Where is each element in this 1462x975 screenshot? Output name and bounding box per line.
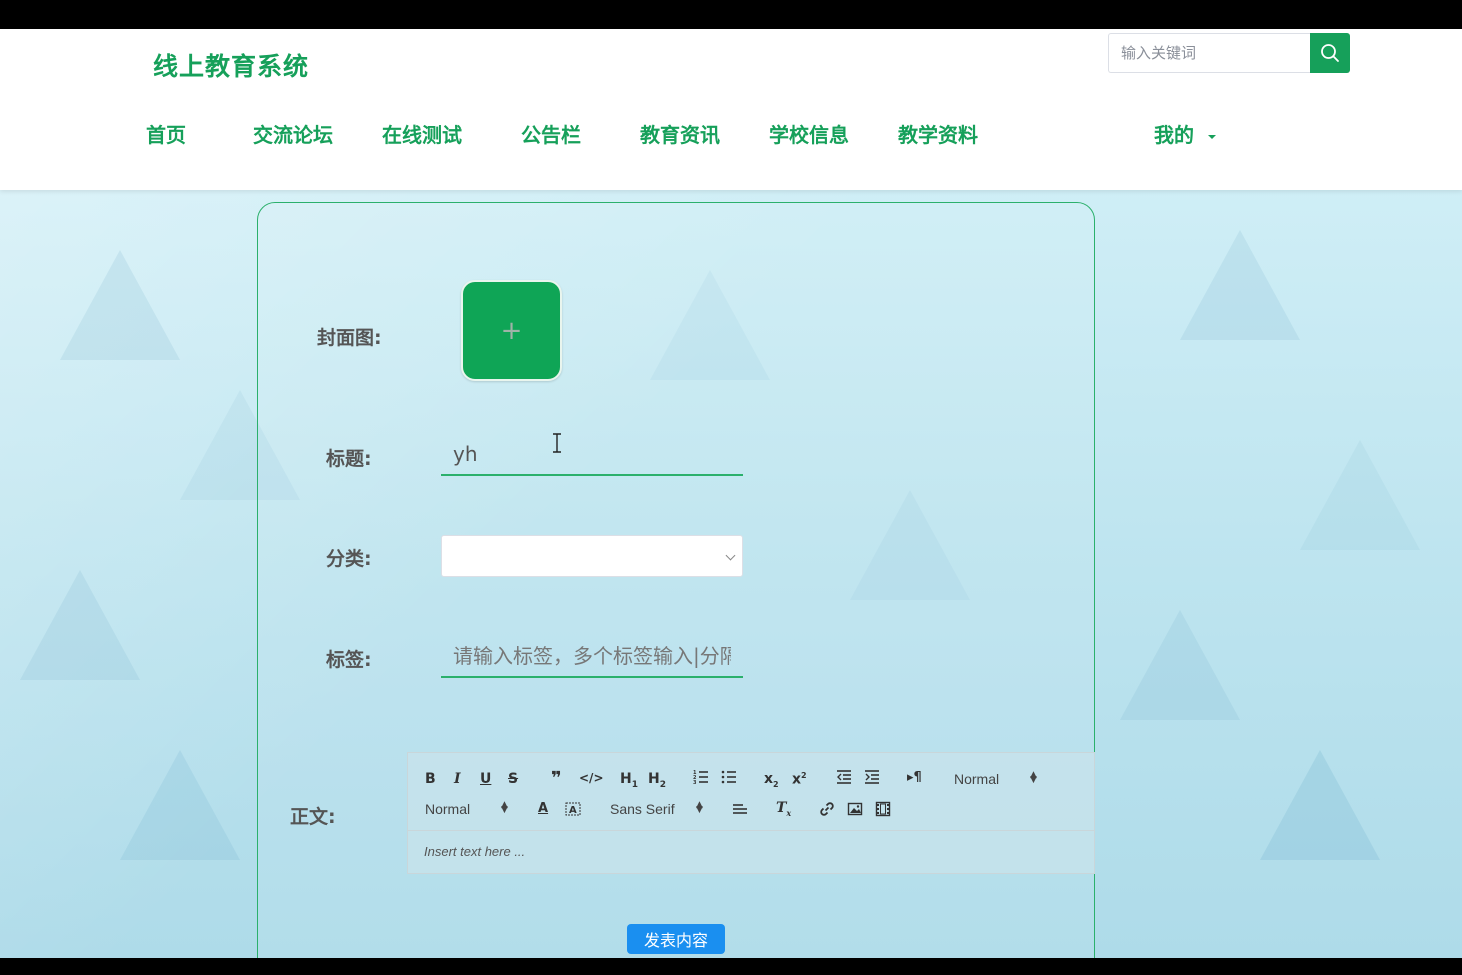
text-direction-icon[interactable]: ▸¶	[907, 771, 922, 784]
nav-item-online-test[interactable]: 在线测试	[382, 119, 462, 148]
font-color-icon[interactable]: A	[538, 802, 548, 815]
title-label: 标题:	[326, 448, 372, 470]
blockquote-icon[interactable]: ❞	[551, 770, 562, 788]
main-nav: 首页 交流论坛 在线测试 公告栏 教育资讯 学校信息 教学资料 我的	[0, 119, 1462, 153]
outdent-icon[interactable]	[836, 769, 852, 788]
plus-icon: +	[500, 315, 523, 346]
bold-icon[interactable]: B	[425, 772, 436, 786]
ordered-list-icon[interactable]: 123	[693, 769, 709, 788]
nav-item-edu-news[interactable]: 教育资讯	[640, 119, 720, 148]
heading-1-icon[interactable]: H1	[620, 772, 638, 790]
nav-item-teaching-materials[interactable]: 教学资料	[898, 119, 978, 148]
font-size-select[interactable]: Normal	[425, 801, 470, 817]
caret-down-icon	[1208, 134, 1216, 139]
svg-text:3: 3	[693, 780, 697, 785]
tags-label: 标签:	[326, 649, 372, 671]
search-button[interactable]	[1310, 33, 1350, 73]
superscript-icon[interactable]: x2	[792, 772, 807, 787]
font-family-select[interactable]: Sans Serif	[610, 801, 675, 817]
updown-arrow-icon: ▲ ▼	[501, 800, 508, 815]
text-cursor-icon	[553, 433, 561, 453]
header-format-select[interactable]: Normal	[954, 771, 999, 787]
heading-2-icon[interactable]: H2	[648, 772, 666, 790]
indent-icon[interactable]	[864, 769, 880, 788]
category-label: 分类:	[326, 548, 372, 570]
nav-item-home[interactable]: 首页	[146, 119, 186, 148]
code-block-icon[interactable]: </>	[579, 772, 604, 784]
cover-label: 封面图:	[317, 327, 382, 349]
video-icon[interactable]	[875, 801, 891, 820]
link-icon[interactable]	[819, 801, 835, 820]
editor-content[interactable]: Insert text here ...	[424, 844, 525, 859]
chevron-down-icon	[725, 550, 736, 561]
publish-button[interactable]: 发表内容	[627, 924, 725, 954]
nav-item-school-info[interactable]: 学校信息	[769, 119, 849, 148]
nav-item-forum[interactable]: 交流论坛	[253, 119, 333, 148]
editor-toolbar: B I U S ❞ </> H1 H2 123 x2 x2 ▸¶ Normal …	[408, 753, 1094, 831]
site-logo[interactable]: 线上教育系统	[153, 47, 309, 83]
rich-text-editor: B I U S ❞ </> H1 H2 123 x2 x2 ▸¶ Normal …	[407, 752, 1095, 874]
search-icon	[1321, 44, 1339, 62]
category-select[interactable]	[441, 535, 743, 577]
clear-format-icon[interactable]: Tx	[776, 801, 791, 817]
tags-input[interactable]	[441, 636, 743, 678]
align-icon[interactable]	[732, 801, 748, 820]
updown-arrow-icon: ▲ ▼	[1030, 770, 1037, 785]
subscript-icon[interactable]: x2	[764, 772, 779, 789]
strikethrough-icon[interactable]: S	[508, 772, 518, 786]
cover-upload-button[interactable]: +	[461, 280, 562, 381]
title-input[interactable]	[441, 434, 743, 476]
body-label: 正文:	[290, 806, 336, 828]
user-menu-label: 我的	[1154, 123, 1194, 147]
search-bar	[1108, 33, 1350, 73]
image-icon[interactable]	[847, 801, 863, 820]
search-input[interactable]	[1108, 33, 1310, 73]
bottom-black-bar	[0, 958, 1462, 975]
header: 线上教育系统 首页 交流论坛 在线测试 公告栏 教育资讯 学校信息 教学资料 我…	[0, 29, 1462, 190]
nav-item-bulletin[interactable]: 公告栏	[521, 119, 581, 148]
bullet-list-icon[interactable]	[721, 769, 737, 788]
background-color-icon[interactable]: A	[565, 801, 581, 820]
italic-icon[interactable]: I	[454, 772, 461, 786]
underline-icon[interactable]: U	[480, 772, 491, 786]
svg-text:A: A	[569, 805, 577, 816]
nav-user-menu[interactable]: 我的	[1154, 119, 1216, 148]
top-black-bar	[0, 0, 1462, 29]
updown-arrow-icon: ▲ ▼	[696, 800, 703, 815]
